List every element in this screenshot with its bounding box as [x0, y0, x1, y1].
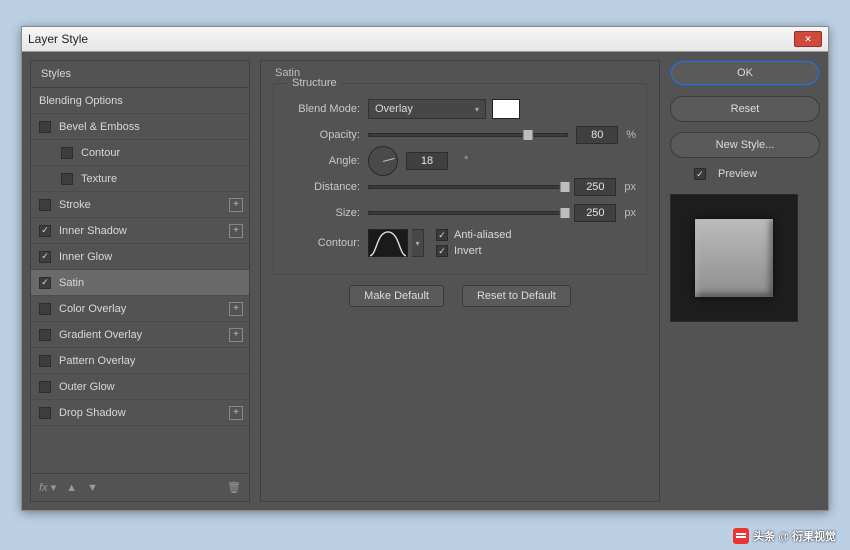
arrow-up-icon[interactable]: ▲ [66, 482, 77, 494]
sidebar-item-pattern-overlay[interactable]: Pattern Overlay [31, 348, 249, 374]
make-default-button[interactable]: Make Default [349, 285, 444, 307]
trash-icon[interactable]: 🗑 [227, 481, 241, 494]
sidebar-item-label: Inner Shadow [59, 225, 127, 237]
size-slider[interactable] [368, 211, 566, 215]
label-blend-mode: Blend Mode: [284, 103, 368, 115]
group-title: Structure [288, 77, 341, 89]
sidebar-item-bevel-emboss[interactable]: Bevel & Emboss [31, 114, 249, 140]
sidebar-header-styles[interactable]: Styles [31, 61, 249, 88]
sidebar-item-label: Color Overlay [59, 303, 126, 315]
sidebar-item-satin[interactable]: Satin [31, 270, 249, 296]
sidebar-item-label: Satin [59, 277, 84, 289]
sidebar-item-color-overlay[interactable]: Color Overlay + [31, 296, 249, 322]
watermark: 头条 @ 衍果视觉 [733, 527, 836, 544]
label-size: Size: [284, 207, 368, 219]
preview-thumbnail [670, 194, 798, 322]
checkbox[interactable] [39, 199, 51, 211]
invert-checkbox[interactable]: Invert [436, 245, 511, 257]
opacity-input[interactable]: 80 [576, 126, 618, 144]
checkbox[interactable] [39, 303, 51, 315]
angle-input[interactable]: 18 [406, 152, 448, 170]
unit: % [626, 129, 636, 141]
watermark-icon [733, 528, 749, 544]
checkbox[interactable] [39, 407, 51, 419]
sidebar-item-texture[interactable]: Texture [31, 166, 249, 192]
contour-picker[interactable] [368, 229, 408, 257]
add-instance-icon[interactable]: + [229, 406, 243, 420]
reset-button[interactable]: Reset [670, 96, 820, 122]
ok-button[interactable]: OK [670, 60, 820, 86]
contour-dropdown[interactable]: ▾ [412, 229, 424, 257]
checkbox[interactable] [39, 251, 51, 263]
layer-style-dialog: Layer Style ✕ Styles Blending Options Be… [21, 26, 829, 511]
sidebar-item-stroke[interactable]: Stroke + [31, 192, 249, 218]
sidebar-item-label: Texture [81, 173, 117, 185]
anti-aliased-checkbox[interactable]: Anti-aliased [436, 229, 511, 241]
dialog-title: Layer Style [28, 32, 88, 46]
preview-checkbox[interactable] [694, 168, 706, 180]
distance-slider[interactable] [368, 185, 566, 189]
size-input[interactable]: 250 [574, 204, 616, 222]
unit: px [624, 181, 636, 193]
distance-input[interactable]: 250 [574, 178, 616, 196]
sidebar-item-outer-glow[interactable]: Outer Glow [31, 374, 249, 400]
opacity-slider[interactable] [368, 133, 568, 137]
add-instance-icon[interactable]: + [229, 198, 243, 212]
checkbox[interactable] [61, 173, 73, 185]
sidebar-item-label: Contour [81, 147, 120, 159]
label-distance: Distance: [284, 181, 368, 193]
label-contour: Contour: [284, 237, 368, 249]
sidebar-item-inner-glow[interactable]: Inner Glow [31, 244, 249, 270]
sidebar-item-label: Inner Glow [59, 251, 112, 263]
sidebar-item-label: Bevel & Emboss [59, 121, 140, 133]
unit: ° [464, 155, 468, 167]
sidebar-item-label: Outer Glow [59, 381, 115, 393]
arrow-down-icon[interactable]: ▼ [87, 482, 98, 494]
checkbox-label: Anti-aliased [454, 229, 511, 241]
checkbox[interactable] [39, 381, 51, 393]
blend-mode-select[interactable]: Overlay ▾ [368, 99, 486, 119]
checkbox[interactable] [39, 329, 51, 341]
new-style-button[interactable]: New Style... [670, 132, 820, 158]
angle-dial[interactable] [368, 146, 398, 176]
sidebar-item-label: Drop Shadow [59, 407, 126, 419]
sidebar-item-label: Gradient Overlay [59, 329, 142, 341]
sidebar-item-contour[interactable]: Contour [31, 140, 249, 166]
titlebar[interactable]: Layer Style ✕ [22, 27, 828, 52]
add-instance-icon[interactable]: + [229, 302, 243, 316]
label-angle: Angle: [284, 155, 368, 167]
checkbox-icon [436, 245, 448, 257]
add-instance-icon[interactable]: + [229, 328, 243, 342]
checkbox[interactable] [39, 355, 51, 367]
effects-sidebar: Styles Blending Options Bevel & Emboss C… [30, 60, 250, 502]
checkbox[interactable] [39, 225, 51, 237]
checkbox[interactable] [61, 147, 73, 159]
sidebar-item-label: Blending Options [39, 95, 123, 107]
unit: px [624, 207, 636, 219]
sidebar-footer: fx ▾ ▲ ▼ 🗑 [31, 473, 249, 501]
sidebar-item-label: Stroke [59, 199, 91, 211]
sidebar-item-drop-shadow[interactable]: Drop Shadow + [31, 400, 249, 426]
action-column: OK Reset New Style... Preview [670, 60, 820, 502]
settings-panel: Satin Structure Blend Mode: Overlay ▾ Op… [260, 60, 660, 502]
fx-menu-button[interactable]: fx ▾ [39, 481, 56, 494]
add-instance-icon[interactable]: + [229, 224, 243, 238]
checkbox-icon [436, 229, 448, 241]
checkbox[interactable] [39, 277, 51, 289]
reset-to-default-button[interactable]: Reset to Default [462, 285, 571, 307]
checkbox[interactable] [39, 121, 51, 133]
sidebar-item-blending-options[interactable]: Blending Options [31, 88, 249, 114]
checkbox-label: Invert [454, 245, 482, 257]
sidebar-item-gradient-overlay[interactable]: Gradient Overlay + [31, 322, 249, 348]
preview-label: Preview [718, 168, 757, 180]
chevron-down-icon: ▾ [475, 105, 479, 114]
close-button[interactable]: ✕ [794, 31, 822, 47]
label-opacity: Opacity: [284, 129, 368, 141]
sidebar-item-inner-shadow[interactable]: Inner Shadow + [31, 218, 249, 244]
blend-mode-value: Overlay [375, 103, 413, 115]
color-swatch[interactable] [492, 99, 520, 119]
sidebar-item-label: Pattern Overlay [59, 355, 135, 367]
